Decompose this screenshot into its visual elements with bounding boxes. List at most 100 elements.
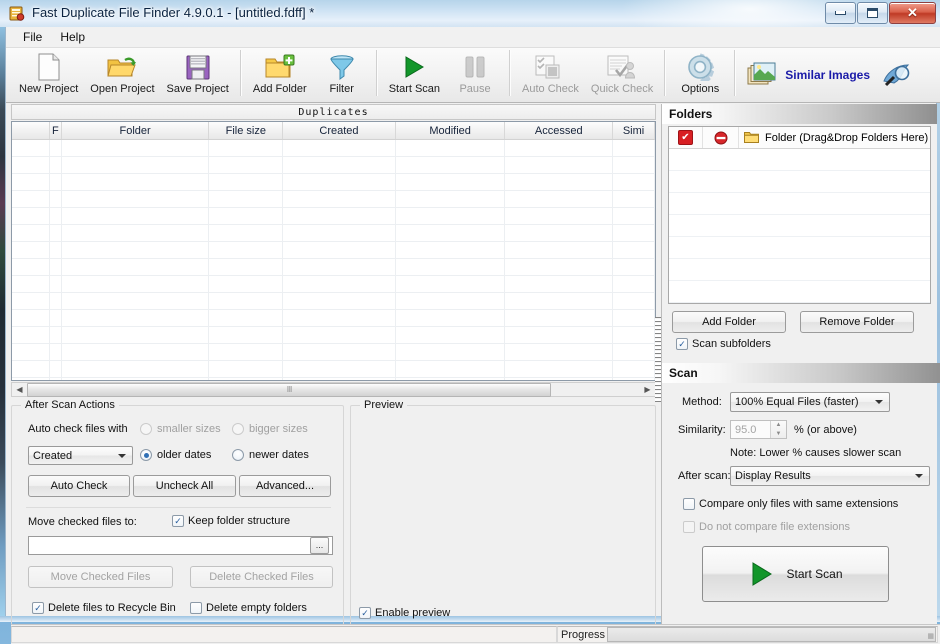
table-cell[interactable] xyxy=(613,378,655,381)
table-cell[interactable] xyxy=(613,344,655,360)
table-cell[interactable] xyxy=(50,140,62,156)
delete-empty-folders-indicator[interactable] xyxy=(190,602,202,614)
table-cell[interactable] xyxy=(396,191,506,207)
compare-same-extensions-indicator[interactable] xyxy=(683,498,695,510)
table-cell[interactable] xyxy=(613,361,655,377)
toolbar-button-options[interactable]: Options xyxy=(671,48,729,100)
table-cell[interactable] xyxy=(396,361,506,377)
table-cell[interactable] xyxy=(505,259,613,275)
after-scan-select[interactable]: Display Results xyxy=(730,466,930,486)
table-cell[interactable] xyxy=(12,276,50,292)
table-cell[interactable] xyxy=(12,293,50,309)
hscroll-track[interactable] xyxy=(551,383,640,396)
delete-checked-files-button[interactable]: Delete Checked Files xyxy=(190,566,333,588)
recycle-bin-indicator[interactable]: ✓ xyxy=(32,602,44,614)
table-row[interactable] xyxy=(12,208,655,225)
table-cell[interactable] xyxy=(209,242,283,258)
table-cell[interactable] xyxy=(505,310,613,326)
table-cell[interactable] xyxy=(283,242,396,258)
table-cell[interactable] xyxy=(505,327,613,343)
table-cell[interactable] xyxy=(50,259,62,275)
table-cell[interactable] xyxy=(50,310,62,326)
spin-down-icon[interactable]: ▼ xyxy=(771,430,786,439)
table-cell[interactable] xyxy=(12,225,50,241)
delete-empty-folders-checkbox[interactable]: Delete empty folders xyxy=(190,602,307,614)
table-cell[interactable] xyxy=(50,191,62,207)
table-cell[interactable] xyxy=(62,208,210,224)
table-cell[interactable] xyxy=(613,208,655,224)
column-header-filesize[interactable]: File size xyxy=(209,122,283,139)
similarity-spin-arrows[interactable]: ▲ ▼ xyxy=(770,421,786,438)
folders-list-body[interactable] xyxy=(669,149,930,303)
table-cell[interactable] xyxy=(209,378,283,381)
close-button[interactable]: ✕ xyxy=(889,2,936,24)
enable-preview-checkbox[interactable]: ✓ Enable preview xyxy=(359,607,450,619)
enable-preview-indicator[interactable]: ✓ xyxy=(359,607,371,619)
radio-newer-dates-indicator[interactable] xyxy=(232,449,244,461)
similarity-stepper[interactable]: 95.0 ▲ ▼ xyxy=(730,420,787,439)
table-row[interactable] xyxy=(12,191,655,208)
table-cell[interactable] xyxy=(396,276,506,292)
table-cell[interactable] xyxy=(62,242,210,258)
table-cell[interactable] xyxy=(505,378,613,381)
table-cell[interactable] xyxy=(62,344,210,360)
list-item[interactable] xyxy=(669,215,930,237)
table-cell[interactable] xyxy=(209,157,283,173)
table-cell[interactable] xyxy=(396,344,506,360)
table-cell[interactable] xyxy=(12,140,50,156)
table-cell[interactable] xyxy=(50,378,62,381)
uncheck-all-button[interactable]: Uncheck All xyxy=(133,475,236,497)
table-cell[interactable] xyxy=(50,225,62,241)
table-cell[interactable] xyxy=(209,225,283,241)
table-cell[interactable] xyxy=(12,327,50,343)
scroll-right-arrow[interactable]: ▶ xyxy=(640,383,655,396)
table-cell[interactable] xyxy=(613,140,655,156)
table-cell[interactable] xyxy=(505,344,613,360)
radio-smaller-sizes-indicator[interactable] xyxy=(140,423,152,435)
toolbar-button-similar-images[interactable]: Similar Images xyxy=(741,48,876,98)
table-cell[interactable] xyxy=(396,259,506,275)
table-row[interactable] xyxy=(12,242,655,259)
table-cell[interactable] xyxy=(12,378,50,381)
table-cell[interactable] xyxy=(613,174,655,190)
toolbar-button-add-folder[interactable]: Add Folder xyxy=(247,48,313,100)
table-row[interactable] xyxy=(12,344,655,361)
folders-header-exclude-cell[interactable] xyxy=(703,127,739,148)
red-check-icon[interactable]: ✔ xyxy=(678,130,693,145)
keep-folder-structure-checkbox[interactable]: ✓ Keep folder structure xyxy=(172,515,290,527)
table-cell[interactable] xyxy=(283,310,396,326)
toolbar-button-start-scan[interactable]: Start Scan xyxy=(383,48,446,100)
table-row[interactable] xyxy=(12,174,655,191)
table-cell[interactable] xyxy=(505,191,613,207)
table-cell[interactable] xyxy=(613,259,655,275)
column-header-modified[interactable]: Modified xyxy=(396,122,506,139)
toolbar-button-pause[interactable]: Pause xyxy=(446,48,504,100)
list-item[interactable] xyxy=(669,237,930,259)
table-cell[interactable] xyxy=(12,242,50,258)
table-row[interactable] xyxy=(12,310,655,327)
table-cell[interactable] xyxy=(505,225,613,241)
table-cell[interactable] xyxy=(62,174,210,190)
table-cell[interactable] xyxy=(62,191,210,207)
table-row[interactable] xyxy=(12,259,655,276)
table-cell[interactable] xyxy=(62,140,210,156)
spin-up-icon[interactable]: ▲ xyxy=(771,421,786,430)
table-cell[interactable] xyxy=(505,293,613,309)
table-cell[interactable] xyxy=(283,378,396,381)
folders-list[interactable]: ✔ Folder (Drag&Drop Folders Here xyxy=(668,126,931,304)
table-cell[interactable] xyxy=(12,310,50,326)
toolbar-button-save-project[interactable]: Save Project xyxy=(161,48,235,100)
list-item[interactable] xyxy=(669,193,930,215)
radio-smaller-sizes[interactable]: smaller sizes xyxy=(140,423,221,435)
folders-header-check-cell[interactable]: ✔ xyxy=(669,127,703,148)
column-header-folder[interactable]: Folder xyxy=(62,122,210,139)
radio-newer-dates[interactable]: newer dates xyxy=(232,449,309,461)
table-cell[interactable] xyxy=(50,327,62,343)
table-cell[interactable] xyxy=(12,344,50,360)
list-item[interactable] xyxy=(669,259,930,281)
resize-grip-icon[interactable]: ▦ xyxy=(927,632,933,640)
preview-surface[interactable] xyxy=(357,418,649,600)
table-cell[interactable] xyxy=(209,293,283,309)
auto-check-button[interactable]: Auto Check xyxy=(28,475,130,497)
table-cell[interactable] xyxy=(50,293,62,309)
